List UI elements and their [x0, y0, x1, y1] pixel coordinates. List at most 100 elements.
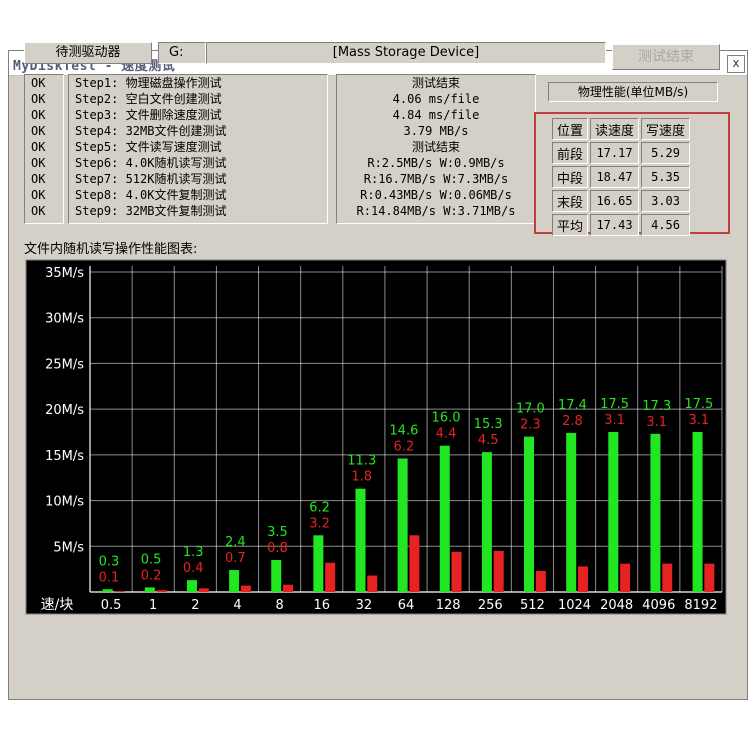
- perf-cell: 17.43: [590, 214, 640, 236]
- write-value-label: 4.5: [478, 433, 499, 448]
- result-item: R:0.43MB/s W:0.06MB/s: [360, 188, 512, 202]
- perf-cell: 中段: [552, 166, 589, 188]
- perf-row: 末段 16.65 3.03: [552, 190, 691, 212]
- step-item: Step3: 文件删除速度测试: [75, 108, 222, 122]
- result-list: 测试结束 4.06 ms/file 4.84 ms/file 3.79 MB/s 测试结…: [336, 74, 536, 224]
- status-list: OK OK OK OK OK OK OK OK OK: [24, 74, 64, 224]
- step-item: Step8: 4.0K文件复制测试: [75, 188, 227, 202]
- bar-read: [481, 452, 492, 592]
- write-value-label: 3.2: [309, 516, 330, 531]
- y-tick-label: 30M/s: [45, 312, 84, 327]
- status-ok: OK: [31, 76, 46, 90]
- bar-write: [662, 563, 673, 592]
- x-tick-label: 0.5: [101, 598, 122, 613]
- x-tick-label: 64: [398, 598, 415, 613]
- chart-background: [25, 259, 727, 615]
- write-value-label: 0.7: [225, 551, 246, 566]
- bar-read: [566, 432, 577, 592]
- bar-read: [355, 488, 366, 592]
- bar-write: [240, 585, 251, 592]
- x-tick-label: 1: [149, 598, 157, 613]
- step-item: Step6: 4.0K随机读写测试: [75, 156, 227, 170]
- result-item: R:14.84MB/s W:3.71MB/s: [356, 204, 516, 218]
- perf-cell: 末段: [552, 190, 589, 212]
- x-tick-label: 1024: [558, 598, 591, 613]
- result-item: 测试结束: [411, 76, 460, 90]
- x-tick-label: 256: [478, 598, 503, 613]
- x-tick-label: 8192: [684, 598, 717, 613]
- step-item: Step4: 32MB文件创建测试: [75, 124, 227, 138]
- step-list: Step1: 物理磁盘操作测试 Step2: 空白文件创建测试 Step3: 文件删…: [68, 74, 328, 224]
- x-tick-label: 2: [191, 598, 199, 613]
- close-icon[interactable]: x: [727, 55, 745, 73]
- perf-row: 中段 18.47 5.35: [552, 166, 691, 188]
- status-ok: OK: [31, 188, 46, 202]
- x-tick-label: 128: [436, 598, 461, 613]
- bar-read: [313, 535, 324, 592]
- drive-letter: G:: [158, 42, 206, 64]
- read-value-label: 2.4: [225, 535, 246, 550]
- performance-chart: 35M/s 30M/s 25M/s 20M/s 15M/s 10M/s 5M/s 0.30.1…: [24, 258, 728, 616]
- read-value-label: 3.5: [267, 525, 288, 540]
- bar-read: [439, 445, 450, 592]
- bar-read: [144, 587, 155, 592]
- drive-label: 待测驱动器: [24, 42, 152, 64]
- perf-row: 前段 17.17 5.29: [552, 142, 691, 164]
- status-ok: OK: [31, 108, 46, 122]
- status-ok: OK: [31, 92, 46, 106]
- write-value-label: 0.8: [267, 541, 288, 556]
- bar-write: [198, 588, 209, 592]
- bar-read: [397, 458, 408, 592]
- x-tick-label: 4: [233, 598, 241, 613]
- result-item: 4.84 ms/file: [392, 108, 480, 122]
- perf-cell: 16.65: [590, 190, 640, 212]
- perf-cell: 18.47: [590, 166, 640, 188]
- bar-read: [271, 560, 282, 592]
- result-item: 4.06 ms/file: [392, 92, 480, 106]
- bar-write: [156, 590, 167, 592]
- status-ok: OK: [31, 156, 46, 170]
- read-value-label: 14.6: [389, 424, 418, 439]
- x-tick-label: 8: [275, 598, 283, 613]
- bar-write: [325, 562, 336, 592]
- y-tick-label: 25M/s: [45, 357, 84, 372]
- read-value-label: 17.3: [642, 399, 671, 414]
- write-value-label: 6.2: [394, 440, 415, 455]
- perf-row: 平均 17.43 4.56: [552, 214, 691, 236]
- bar-write: [535, 570, 546, 592]
- read-value-label: 17.4: [558, 398, 587, 413]
- step-item: Step9: 32MB文件复制测试: [75, 204, 227, 218]
- bar-read: [524, 436, 535, 592]
- x-tick-label: 16: [313, 598, 330, 613]
- read-value-label: 17.5: [684, 397, 713, 412]
- read-value-label: 0.5: [141, 552, 162, 567]
- result-item: R:16.7MB/s W:7.3MB/s: [363, 172, 509, 186]
- status-ok: OK: [31, 140, 46, 154]
- read-value-label: 17.0: [516, 402, 545, 417]
- bar-read: [650, 433, 661, 592]
- result-item: 3.79 MB/s: [403, 124, 469, 138]
- x-axis-label: 速/块: [41, 597, 74, 613]
- read-value-label: 17.5: [600, 397, 629, 412]
- bar-read: [229, 570, 240, 592]
- perf-cell: 前段: [552, 142, 589, 164]
- test-done-button[interactable]: 测试结束: [612, 44, 720, 70]
- perf-cell: 4.56: [641, 214, 691, 236]
- chart-title: 文件内随机读写操作性能图表:: [24, 242, 198, 257]
- bar-write: [577, 566, 588, 592]
- y-tick-label: 35M/s: [45, 266, 84, 281]
- read-value-label: 6.2: [309, 500, 330, 515]
- bar-read: [608, 432, 619, 592]
- x-tick-label: 2048: [600, 598, 633, 613]
- write-value-label: 0.4: [183, 561, 204, 576]
- read-value-label: 15.3: [474, 417, 503, 432]
- status-ok: OK: [31, 172, 46, 186]
- perf-table: 位置 读速度 写速度 前段 17.17 5.29 中段 18.47 5.35 末段 16.65 3.0…: [550, 116, 692, 238]
- bar-write: [283, 584, 294, 592]
- step-item: Step7: 512K随机读写测试: [75, 172, 227, 186]
- write-value-label: 4.4: [436, 427, 457, 442]
- perf-cell: 3.03: [641, 190, 691, 212]
- result-item: R:2.5MB/s W:0.9MB/s: [367, 156, 505, 170]
- bar-write: [409, 535, 420, 592]
- write-value-label: 3.1: [688, 413, 709, 428]
